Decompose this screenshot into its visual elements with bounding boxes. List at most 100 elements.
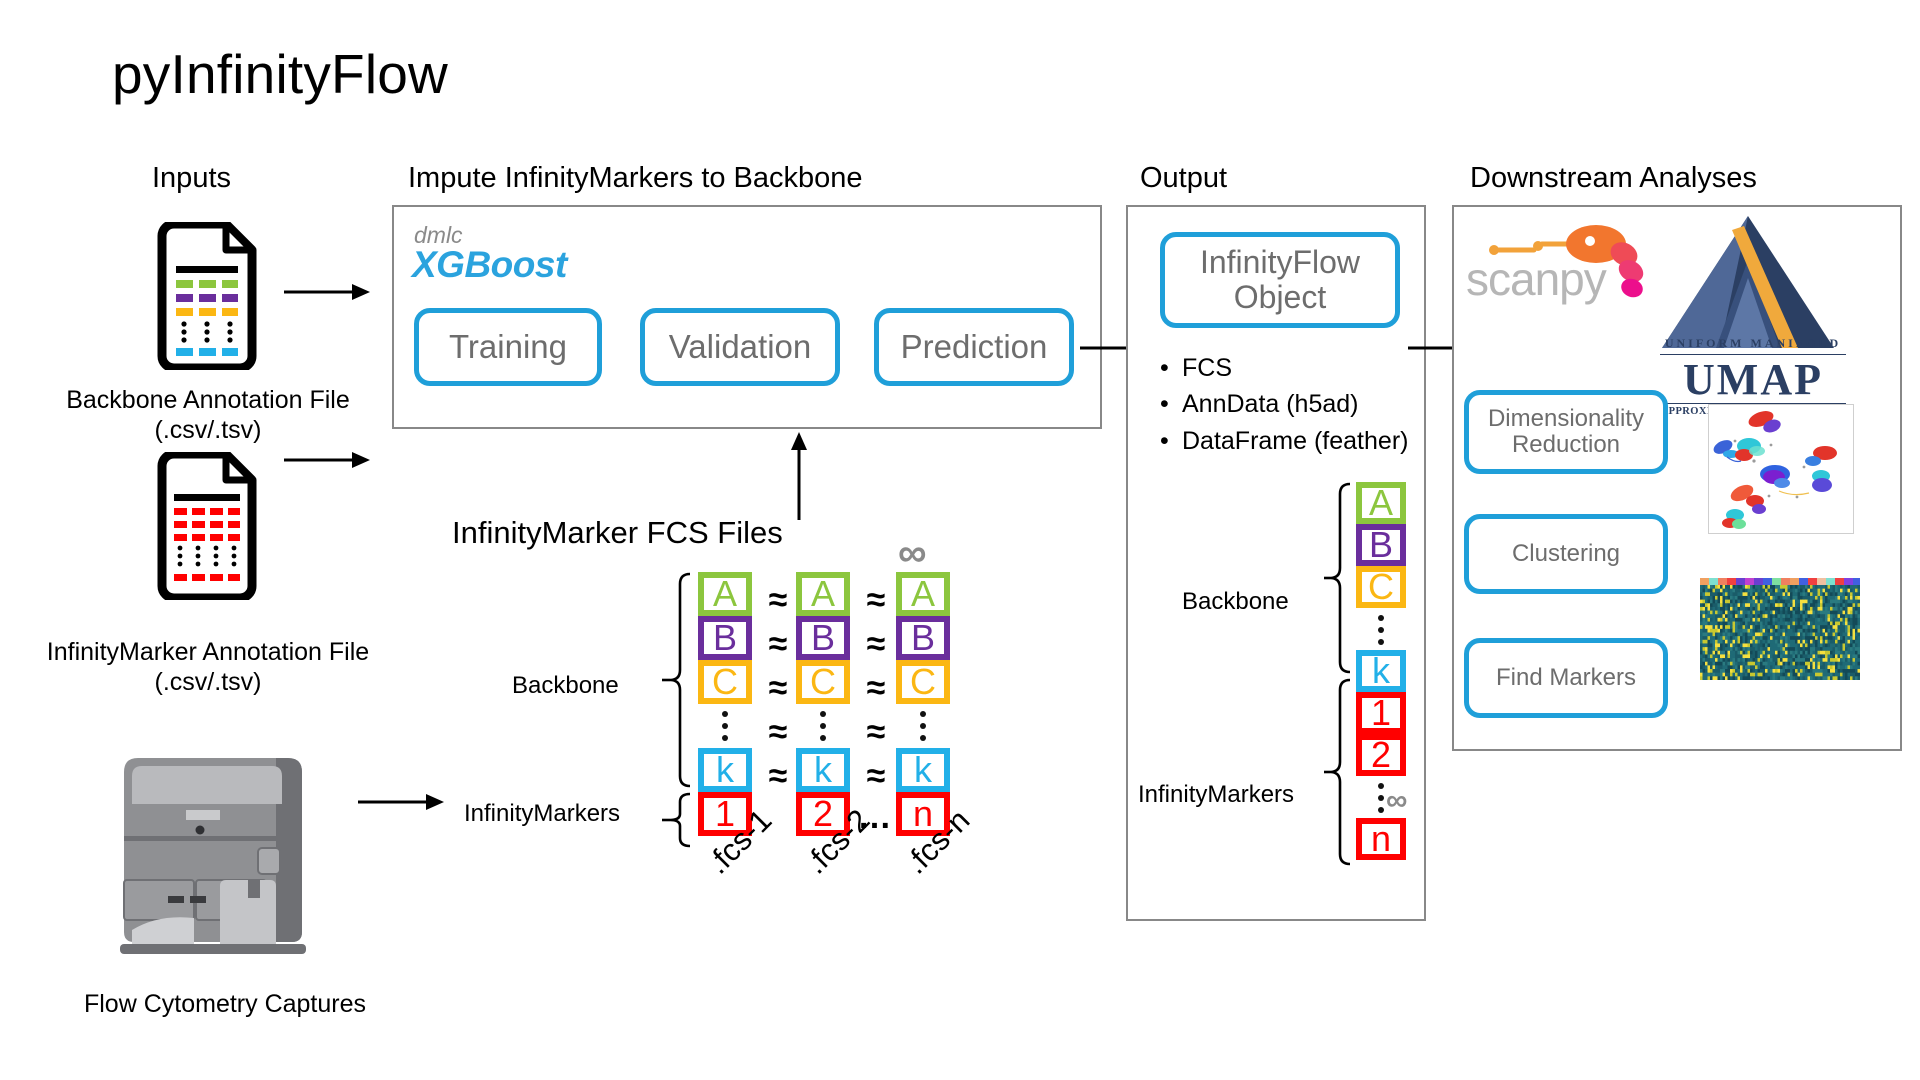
step-prediction-label: Prediction <box>900 328 1048 366</box>
approx-c2c3-k: ≈ <box>866 757 886 795</box>
approx-c2c3-c: ≈ <box>866 669 886 707</box>
output-marker-b-label: B <box>1368 524 1393 565</box>
step-training-label: Training <box>449 328 567 366</box>
infinity-symbol-fcs: ∞ <box>898 531 927 575</box>
backbone-file-label-line2: (.csv/.tsv) <box>154 415 262 444</box>
bullet-dot: • <box>1160 426 1169 455</box>
section-heading-downstream: Downstream Analyses <box>1470 162 1757 194</box>
fcs-backbone-bracket <box>660 572 694 797</box>
page-title: pyInfinityFlow <box>112 43 448 105</box>
output-infinitymarkers-label: InfinityMarkers <box>1138 781 1295 808</box>
xgboost-logo-label: XGBoost <box>412 244 567 285</box>
infinitymarker-annotation-file-label: InfinityMarker Annotation File (.csv/.ts… <box>20 638 396 697</box>
flow-cytometry-captures-label: Flow Cytometry Captures <box>83 990 367 1018</box>
fcs-col1-marker-k-label: k <box>716 749 734 790</box>
step-validation-label: Validation <box>668 328 812 366</box>
fcs-col1-marker-c: C <box>698 660 752 704</box>
fcs-col3-marker-b-label: B <box>910 617 935 658</box>
arrow-inputs-to-impute-1 <box>282 280 374 309</box>
output-marker-b: B <box>1356 524 1406 566</box>
fcs-col3-marker-a: A <box>896 572 950 616</box>
approx-c1c2-a: ≈ <box>768 581 788 619</box>
section-heading-impute: Impute InfinityMarkers to Backbone <box>408 162 863 194</box>
output-marker-1-label: 1 <box>1370 692 1392 733</box>
infinitymarker-file-label-line2: (.csv/.tsv) <box>154 667 262 696</box>
output-marker-2-label: 2 <box>1370 734 1392 775</box>
dimensionality-reduction-button[interactable]: Dimensionality Reduction <box>1464 390 1668 474</box>
approx-c2c3-a: ≈ <box>866 581 886 619</box>
fcs-file-label-1: .fcs-1 <box>700 802 779 881</box>
arrow-inputs-to-impute-2 <box>282 448 374 477</box>
list-item: • DataFrame (feather) <box>1160 423 1410 459</box>
output-backbone-label: Backbone <box>1182 588 1289 615</box>
fcs-col2-vertical-dots <box>796 706 850 746</box>
fcs-col3-marker-c-label: C <box>910 661 936 702</box>
step-training-button[interactable]: Training <box>414 308 602 386</box>
step-prediction-button[interactable]: Prediction <box>874 308 1074 386</box>
fcs-col1-marker-a: A <box>698 572 752 616</box>
bullet-dot: • <box>1160 390 1169 419</box>
backbone-file-label-line1: Backbone Annotation File <box>66 386 350 414</box>
fcs-col1-vertical-dots <box>698 706 752 746</box>
output-format-anndata: AnnData (h5ad) <box>1182 390 1359 419</box>
fcs-col2-marker-a: A <box>796 572 850 616</box>
dimensionality-reduction-label: Dimensionality Reduction <box>1487 405 1645 458</box>
output-marker-2: 2 <box>1356 734 1406 776</box>
flow-cytometer-icon <box>108 740 338 962</box>
fcs-file-label-2: .fcs-2 <box>798 802 877 881</box>
fcs-col2-marker-a-label: A <box>810 573 835 614</box>
backbone-annotation-file-icon <box>152 219 262 373</box>
output-marker-a-label: A <box>1368 482 1393 523</box>
fcs-col1-marker-k: k <box>698 748 752 792</box>
output-format-dataframe: DataFrame (feather) <box>1182 426 1409 455</box>
section-heading-inputs: Inputs <box>152 162 231 194</box>
scanpy-logo-text: scanpy <box>1466 253 1607 305</box>
bullet-dot: • <box>1160 354 1169 382</box>
approx-c1c2-dots: ≈ <box>768 713 788 751</box>
backbone-annotation-file-label: Backbone Annotation File (.csv/.tsv) <box>28 386 388 445</box>
fcs-col2-marker-b: B <box>796 616 850 660</box>
fcs-backbone-label: Backbone <box>512 672 619 699</box>
output-marker-k-label: k <box>1372 650 1390 691</box>
infinitymarker-annotation-file-icon <box>152 449 262 603</box>
list-item: • FCS <box>1160 350 1410 386</box>
output-marker-k: k <box>1356 650 1406 692</box>
find-markers-button[interactable]: Find Markers <box>1464 638 1668 718</box>
infinity-symbol-output: ∞ <box>1386 784 1408 817</box>
output-marker-a: A <box>1356 482 1406 524</box>
fcs-col3-vertical-dots <box>896 706 950 746</box>
output-backbone-bracket <box>1322 482 1354 683</box>
approx-c1c2-c: ≈ <box>768 669 788 707</box>
section-heading-fcs: InfinityMarker FCS Files <box>452 515 783 550</box>
output-marker-n-label: n <box>1370 818 1392 859</box>
fcs-col2-marker-k-label: k <box>814 749 832 790</box>
expression-heatmap-thumbnail <box>1700 578 1860 680</box>
step-validation-button[interactable]: Validation <box>640 308 840 386</box>
infinityflow-object-button[interactable]: InfinityFlow Object <box>1160 232 1400 328</box>
clustering-button[interactable]: Clustering <box>1464 514 1668 594</box>
approx-c1c2-k: ≈ <box>768 757 788 795</box>
output-marker-n: n <box>1356 818 1406 860</box>
find-markers-label: Find Markers <box>1495 664 1637 692</box>
clustering-label: Clustering <box>1511 540 1621 568</box>
fcs-col1-marker-c-label: C <box>712 661 738 702</box>
fcs-col3-marker-k: k <box>896 748 950 792</box>
approx-c2c3-dots: ≈ <box>866 713 886 751</box>
output-marker-c-label: C <box>1368 566 1394 607</box>
fcs-col2-marker-k: k <box>796 748 850 792</box>
fcs-col1-marker-b: B <box>698 616 752 660</box>
output-backbone-vertical-dots <box>1356 612 1406 648</box>
section-heading-output: Output <box>1140 162 1228 194</box>
fcs-col3-marker-b: B <box>896 616 950 660</box>
arrow-instrument-to-fcs <box>356 790 448 819</box>
infinityflow-object-label-line1: InfinityFlow <box>1199 244 1361 281</box>
umap-scatter-plot-thumbnail <box>1708 404 1854 534</box>
output-marker-c: C <box>1356 566 1406 608</box>
infinityflow-object-label-line2: Object <box>1233 279 1327 315</box>
arrow-fcs-to-impute <box>786 432 812 527</box>
infinitymarker-file-label-line1: InfinityMarker Annotation File <box>46 638 370 666</box>
fcs-col2-marker-c: C <box>796 660 850 704</box>
fcs-col2-marker-c-label: C <box>810 661 836 702</box>
approx-c2c3-b: ≈ <box>866 625 886 663</box>
umap-logo-main-text: UMAP <box>1683 355 1823 404</box>
